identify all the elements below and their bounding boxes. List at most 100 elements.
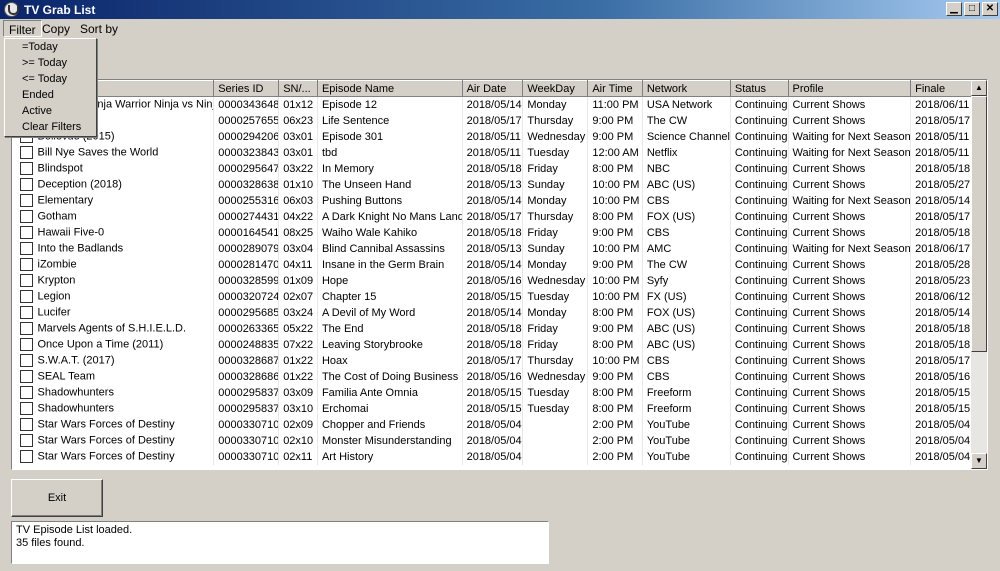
- air-date: 2018/05/18: [462, 160, 524, 177]
- network: AMC: [642, 240, 731, 257]
- table-row[interactable]: iZombie 0000281470 04x11 Insane in the Germ…: [12, 256, 972, 273]
- row-checkbox[interactable]: [19, 146, 33, 159]
- table-row[interactable]: American Ninja Warrior Ninja vs Ninja 000…: [12, 96, 972, 113]
- series-id: 0000330710: [213, 432, 280, 449]
- table-row[interactable]: SEAL Team 0000328686 01x22 The Cost of Doin…: [12, 368, 972, 385]
- weekday: Thursday: [522, 112, 589, 129]
- table-row[interactable]: Star Wars Forces of Destiny 0000330710 02x…: [12, 448, 972, 465]
- column-header[interactable]: Air Date: [461, 80, 524, 97]
- show-name: Into the Badlands: [37, 242, 124, 255]
- filter-clear[interactable]: Clear Filters: [5, 119, 96, 135]
- close-button[interactable]: ✕: [982, 2, 998, 16]
- air-date: 2018/05/18: [462, 320, 524, 337]
- column-header[interactable]: Series ID: [213, 80, 280, 97]
- air-date: 2018/05/18: [462, 224, 524, 241]
- column-header[interactable]: Profile: [787, 80, 912, 97]
- exit-button[interactable]: Exit: [11, 479, 103, 517]
- column-header[interactable]: WeekDay: [522, 80, 589, 97]
- air-time: 8:00 PM: [587, 400, 643, 417]
- column-header[interactable]: Finale: [910, 80, 972, 97]
- filter-active[interactable]: Active: [5, 103, 96, 119]
- minimize-button[interactable]: ▁: [946, 2, 962, 16]
- row-checkbox[interactable]: [19, 370, 33, 383]
- table-row[interactable]: Once Upon a Time (2011) 0000248835 07x22 Le…: [12, 336, 972, 353]
- network: The CW: [642, 112, 731, 129]
- filter-before-today[interactable]: <= Today: [5, 71, 96, 87]
- air-date: 2018/05/04: [462, 432, 524, 449]
- table-row[interactable]: Gotham 0000274431 04x22 A Dark Knight No Ma…: [12, 208, 972, 225]
- table-row[interactable]: Deception (2018) 0000328638 01x10 The Unsee…: [12, 176, 972, 193]
- table-row[interactable]: Krypton 0000328599 01x09 Hope 2018/05/16 Wedn…: [12, 272, 972, 289]
- menu-bar: Filter Copy Sort by: [0, 19, 1000, 38]
- table-row[interactable]: Star Wars Forces of Destiny 0000330710 02x…: [12, 432, 972, 449]
- profile: Current Shows: [788, 224, 912, 241]
- row-checkbox[interactable]: [19, 322, 33, 335]
- show-name: Gotham: [37, 210, 77, 223]
- table-row[interactable]: Marvels Agents of S.H.I.E.L.D. 0000263365…: [12, 320, 972, 337]
- row-checkbox[interactable]: [19, 226, 33, 239]
- row-checkbox[interactable]: [19, 338, 33, 351]
- air-time: 9:00 PM: [587, 256, 643, 273]
- table-row[interactable]: Hawaii Five-0 0000164541 08x25 Waiho Wale K…: [12, 224, 972, 241]
- row-checkbox[interactable]: [19, 354, 33, 367]
- table-row[interactable]: Arrow000025765506x23Life Sentence2018/05…: [12, 112, 972, 129]
- table-row[interactable]: Bellevue (2015)000029420603x01Episode 30…: [12, 128, 972, 145]
- row-checkbox[interactable]: [19, 306, 33, 319]
- menu-sort-by[interactable]: Sort by: [75, 20, 123, 37]
- menu-copy[interactable]: Copy: [37, 20, 75, 37]
- row-checkbox[interactable]: [19, 434, 33, 447]
- episode-name: Leaving Storybrooke: [317, 336, 463, 353]
- row-checkbox[interactable]: [19, 274, 33, 287]
- table-row[interactable]: Blindspot 0000295647 03x22 In Memory 2018/05…: [12, 160, 972, 177]
- table-row[interactable]: Bill Nye Saves the World 0000323843 03x01 t…: [12, 144, 972, 161]
- episode-name: The End: [317, 320, 463, 337]
- profile: Current Shows: [788, 368, 912, 385]
- finale: 2018/05/11: [910, 144, 972, 161]
- maximize-button[interactable]: □: [964, 2, 980, 16]
- row-checkbox[interactable]: [19, 178, 33, 191]
- episode-grid[interactable]: Series ID SN/... Episode Name Air Date WeekD…: [11, 79, 988, 470]
- scroll-up-icon[interactable]: ▲: [971, 80, 987, 96]
- table-row[interactable]: Shadowhunters 0000295837 03x09 Familia Ante…: [12, 384, 972, 401]
- filter-equal-today[interactable]: =Today: [5, 39, 96, 55]
- weekday: Monday: [522, 192, 589, 209]
- scroll-down-icon[interactable]: ▼: [971, 453, 987, 469]
- row-checkbox[interactable]: [19, 450, 33, 463]
- log-line: 35 files found.: [16, 537, 85, 549]
- table-row[interactable]: Star Wars Forces of Destiny 0000330710 02x…: [12, 416, 972, 433]
- row-checkbox[interactable]: [19, 210, 33, 223]
- table-row[interactable]: S.W.A.T. (2017) 0000328687 01x22 Hoax 2018/0…: [12, 352, 972, 369]
- episode-name: Hope: [317, 272, 463, 289]
- network: YouTube: [642, 432, 731, 449]
- column-header[interactable]: Network: [641, 80, 731, 97]
- air-time: 9:00 PM: [587, 368, 643, 385]
- air-date: 2018/05/15: [462, 384, 524, 401]
- filter-after-today[interactable]: >= Today: [5, 55, 96, 71]
- title-bar: TV Grab List ▁ □ ✕: [0, 0, 1000, 19]
- row-checkbox[interactable]: [19, 242, 33, 255]
- column-header[interactable]: Episode Name: [316, 80, 463, 97]
- scroll-thumb[interactable]: [971, 96, 987, 352]
- row-checkbox[interactable]: [19, 386, 33, 399]
- vertical-scrollbar[interactable]: ▲ ▼: [971, 80, 987, 469]
- table-row[interactable]: Elementary 0000255316 06x03 Pushing Buttons…: [12, 192, 972, 209]
- finale: 2018/05/18: [910, 224, 972, 241]
- row-checkbox[interactable]: [19, 162, 33, 175]
- row-checkbox[interactable]: [19, 402, 33, 415]
- status: Continuing: [730, 96, 789, 113]
- column-header[interactable]: SN/...: [278, 80, 318, 97]
- row-checkbox[interactable]: [19, 418, 33, 431]
- column-header[interactable]: Status: [729, 80, 789, 97]
- table-row[interactable]: Into the Badlands 0000289079 03x04 Blind Ca…: [12, 240, 972, 257]
- table-row[interactable]: Shadowhunters 0000295837 03x10 Erchomai 2018…: [12, 400, 972, 417]
- row-checkbox[interactable]: [19, 290, 33, 303]
- season-episode: 02x09: [278, 416, 318, 433]
- table-row[interactable]: Legion 0000320724 02x07 Chapter 15 2018/05/1…: [12, 288, 972, 305]
- filter-ended[interactable]: Ended: [5, 87, 96, 103]
- status: Continuing: [730, 128, 789, 145]
- table-row[interactable]: Lucifer 0000295685 03x24 A Devil of My Word…: [12, 304, 972, 321]
- row-checkbox[interactable]: [19, 194, 33, 207]
- menu-filter[interactable]: Filter: [3, 20, 42, 37]
- row-checkbox[interactable]: [19, 258, 33, 271]
- column-header[interactable]: Air Time: [587, 80, 643, 97]
